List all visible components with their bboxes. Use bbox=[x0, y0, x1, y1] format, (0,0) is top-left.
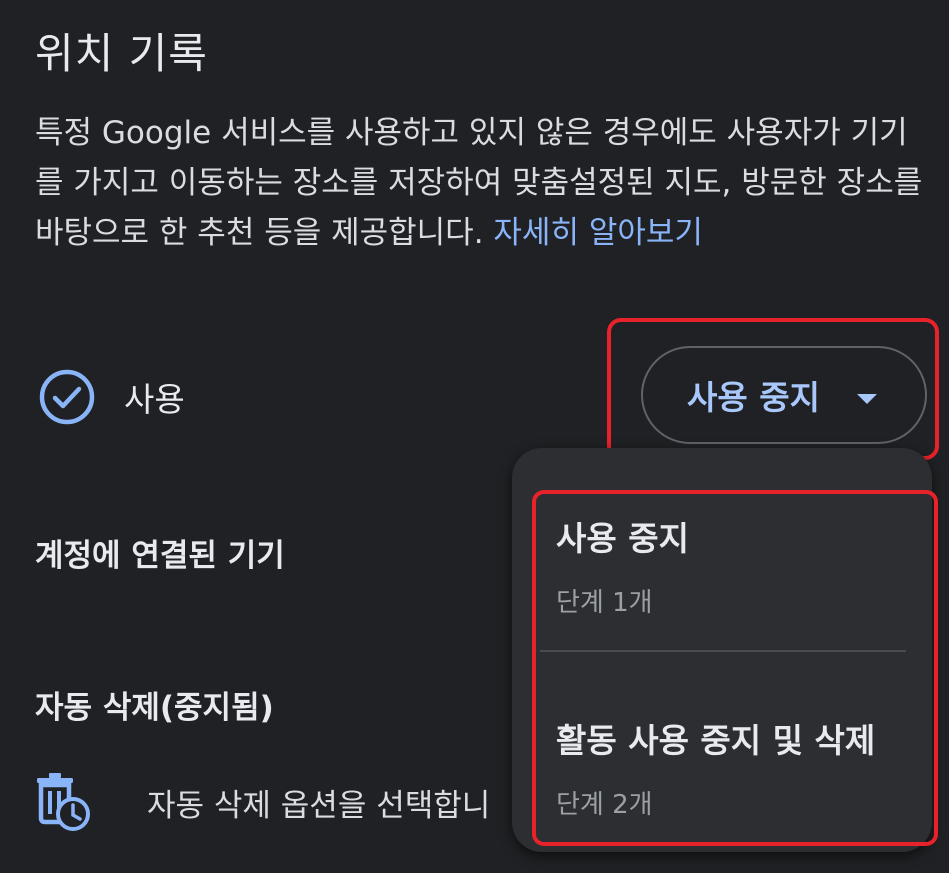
section-linked-devices[interactable]: 계정에 연결된 기기 bbox=[35, 530, 285, 575]
status-row: 사용 bbox=[38, 368, 185, 426]
menu-item-title: 사용 중지 bbox=[556, 519, 689, 558]
status-label: 사용 bbox=[124, 380, 185, 419]
menu-item-turn-off-and-delete[interactable]: 활동 사용 중지 및 삭제 단계 2개 bbox=[556, 714, 875, 821]
trash-clock-icon bbox=[35, 772, 91, 832]
menu-divider bbox=[540, 650, 906, 652]
description-text: 특정 Google 서비스를 사용하고 있지 않은 경우에도 사용자가 기기를 … bbox=[35, 115, 923, 251]
turn-off-dropdown-menu: 사용 중지 단계 1개 활동 사용 중지 및 삭제 단계 2개 bbox=[512, 448, 932, 852]
turn-off-button[interactable]: 사용 중지 bbox=[641, 346, 927, 444]
auto-delete-option-text: 자동 삭제 옵션을 선택합니 bbox=[147, 787, 491, 824]
turn-off-button-label: 사용 중지 bbox=[687, 378, 820, 417]
learn-more-link[interactable]: 자세히 알아보기 bbox=[493, 215, 703, 251]
description: 특정 Google 서비스를 사용하고 있지 않은 경우에도 사용자가 기기를 … bbox=[35, 108, 925, 258]
section-auto-delete: 자동 삭제(중지됨) bbox=[35, 690, 274, 726]
menu-item-subtitle: 단계 1개 bbox=[556, 588, 653, 618]
check-circle-icon bbox=[38, 368, 96, 426]
auto-delete-option-row[interactable]: 자동 삭제 옵션을 선택합니 bbox=[35, 772, 490, 832]
menu-item-subtitle: 단계 2개 bbox=[556, 790, 653, 820]
menu-item-turn-off[interactable]: 사용 중지 단계 1개 bbox=[556, 512, 689, 619]
menu-item-title: 활동 사용 중지 및 삭제 bbox=[556, 721, 876, 760]
caret-down-icon bbox=[857, 394, 877, 404]
page-title: 위치 기록 bbox=[35, 29, 208, 78]
